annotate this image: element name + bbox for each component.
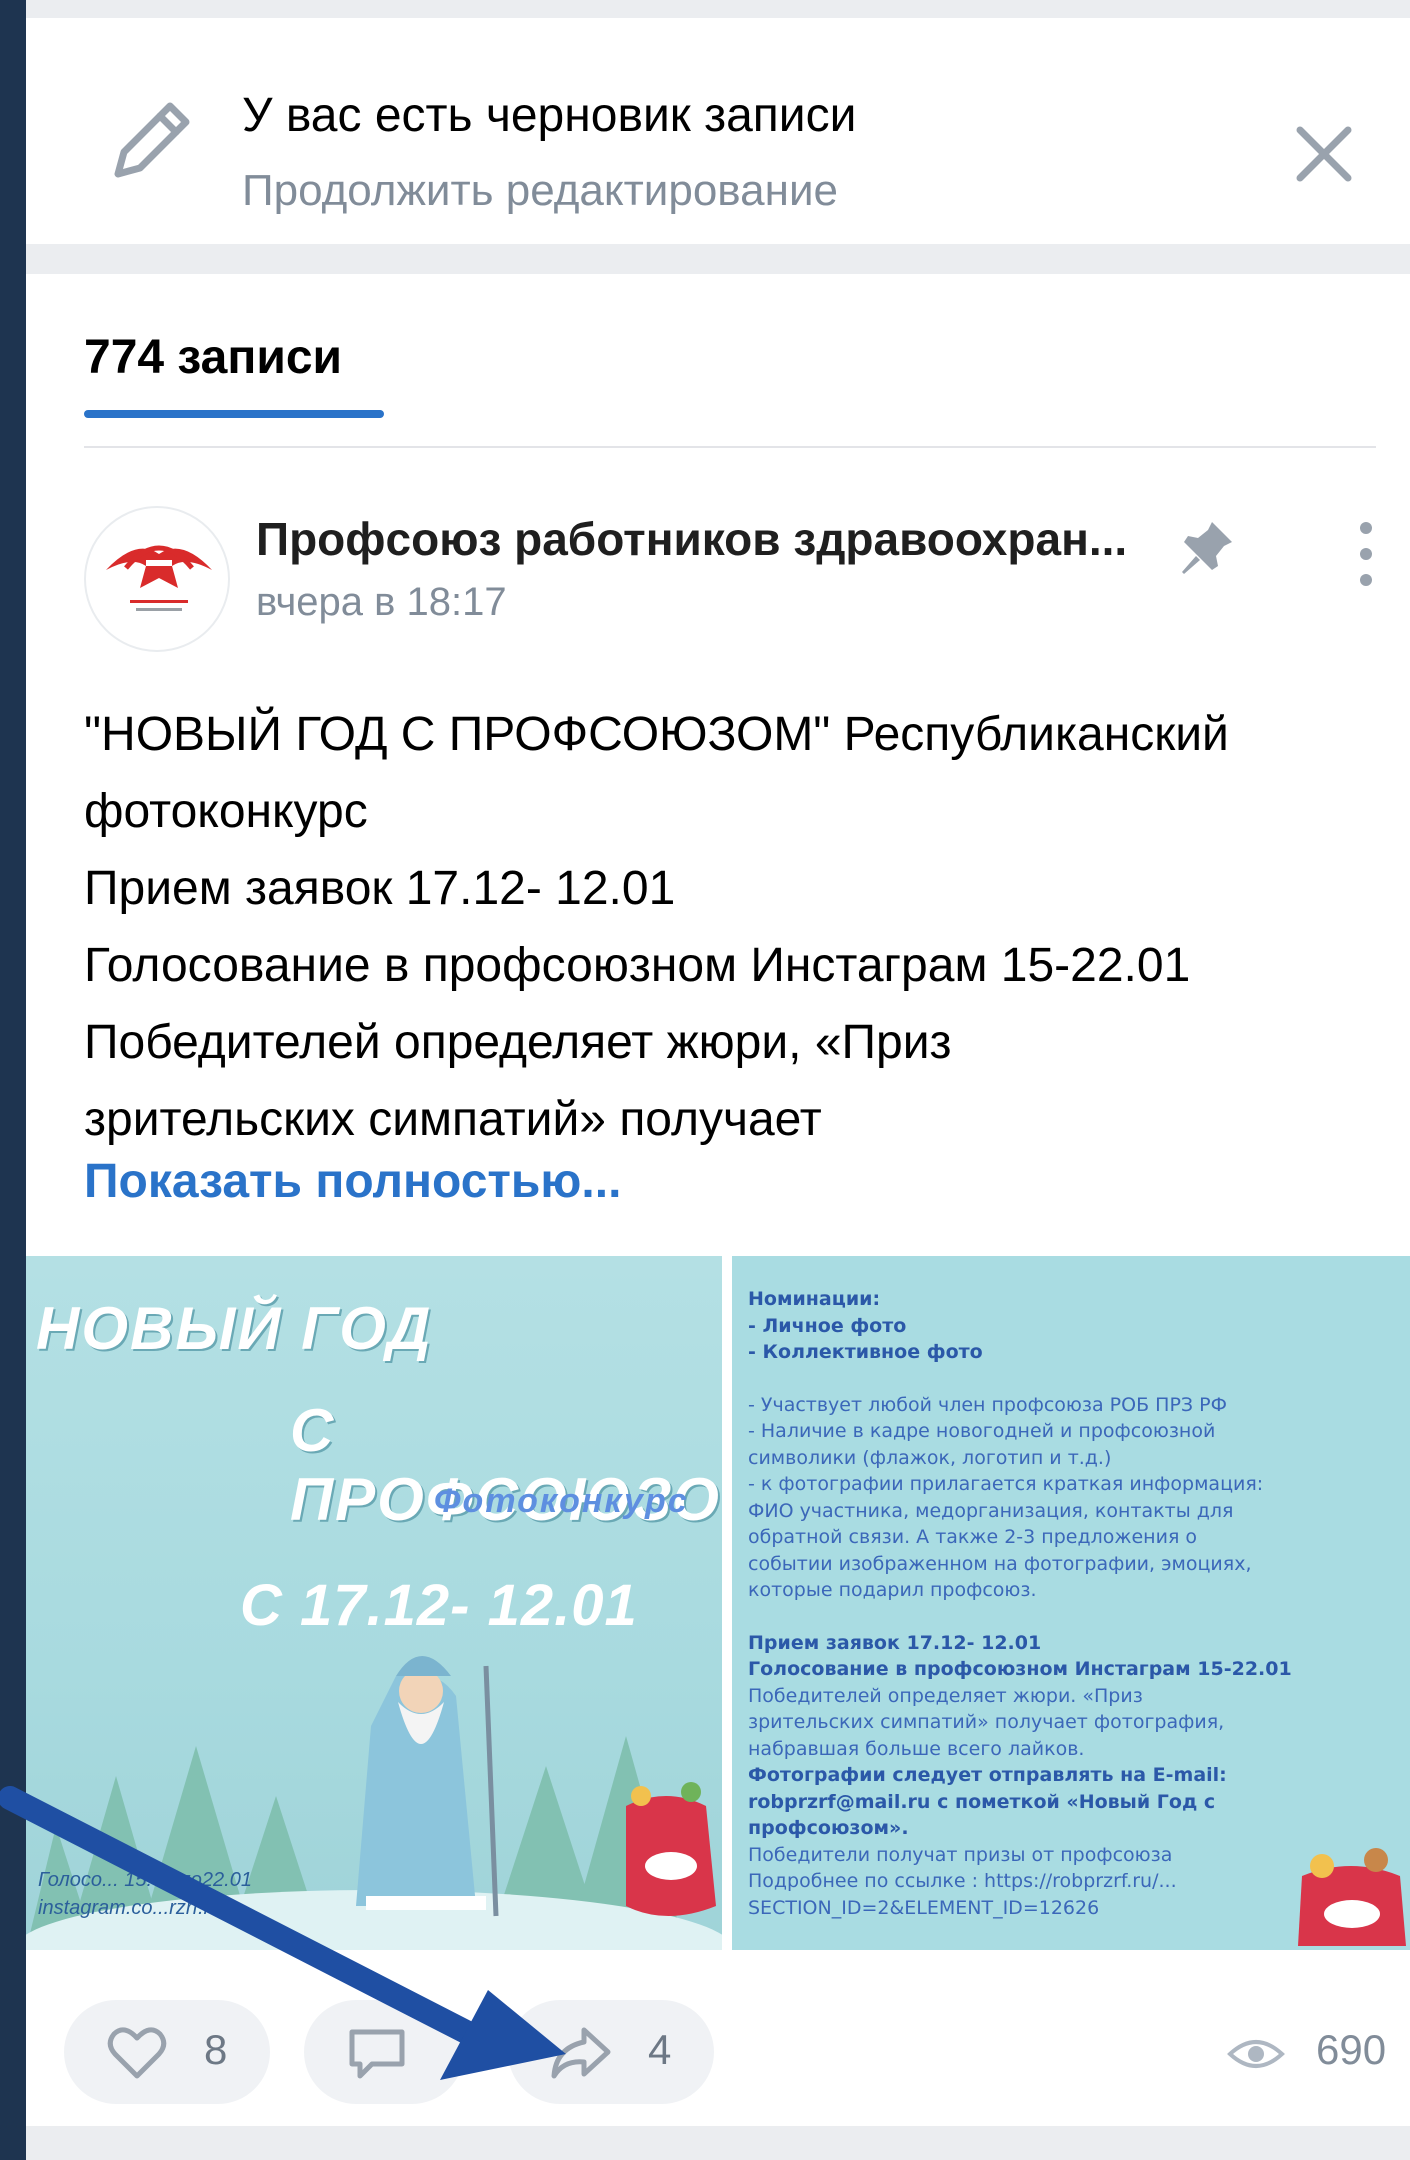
rules-line: - Участвует любой член профсоюза РОБ ПРЗ… (748, 1393, 1227, 1416)
rules-line: ФИО участника, медорганизация, контакты … (748, 1499, 1234, 1522)
comment-button[interactable] (304, 2000, 464, 2104)
close-icon[interactable] (1286, 116, 1362, 192)
wall-card: 774 записи Профсоюз работников здравоохр… (26, 274, 1410, 2126)
more-vertical-icon[interactable] (1346, 514, 1386, 594)
post-author[interactable]: Профсоюз работников здравоохран... (256, 512, 1127, 566)
post-text-line: Голосование в профсоюзном Инстаграм 15-2… (84, 939, 1191, 992)
share-button[interactable]: 4 (508, 2000, 714, 2104)
show-more-link[interactable]: Показать полностью... (84, 1154, 621, 1209)
avatar[interactable] (84, 506, 230, 652)
post-time[interactable]: вчера в 18:17 (256, 580, 507, 625)
rules-line: - Наличие в кадре новогодней и профсоюзн… (748, 1420, 1216, 1442)
post-actions: 8 4 690 (26, 1950, 1410, 2126)
post-text-line: фотоконкурс (84, 785, 368, 838)
heart-icon (107, 2027, 167, 2079)
gift-bag-icon (1298, 1848, 1406, 1946)
rules-line (748, 1366, 1408, 1392)
vk-app: У вас есть черновик записи Продолжить ре… (26, 0, 1410, 2160)
views-count: 690 (1316, 2026, 1387, 2073)
rules-line: Прием заявок 17.12- 12.01 (748, 1631, 1042, 1654)
rules-line: набравшая больше всего лайков. (748, 1737, 1085, 1760)
rules-line: - Коллективное фото (748, 1341, 983, 1363)
draft-title: У вас есть черновик записи (242, 89, 857, 142)
rules-text: Номинации: - Личное фото - Коллективное … (748, 1286, 1408, 1921)
post-text-line: зрительских симпатий» получает (84, 1093, 822, 1146)
rules-line: - Личное фото (748, 1314, 907, 1337)
post-text-line: Победителей определяет жюри, «Приз (84, 1016, 952, 1069)
pencil-icon (114, 102, 190, 178)
rules-line: Фотографии следует отправлять на E-mail: (748, 1764, 1227, 1786)
share-count: 4 (648, 2026, 672, 2073)
eye-icon (1227, 2040, 1285, 2068)
pin-icon (1182, 522, 1232, 574)
rules-line: robprzrf@mail.ru с пометкой «Новый Год с (748, 1790, 1216, 1813)
rules-line: событии изображенном на фотографии, эмоц… (748, 1552, 1252, 1575)
rules-line: Номинации: (748, 1288, 881, 1310)
rules-line: которые подарил профсоюз. (748, 1579, 1037, 1601)
rules-line: - к фотографии прилагается краткая инфор… (748, 1473, 1264, 1495)
poster-dates: С 17.12- 12.01 (240, 1573, 638, 1638)
like-count: 8 (204, 2026, 228, 2073)
poster-footer-line: instagram.co...rzrf.ru (38, 1897, 222, 1919)
tab-active-indicator (84, 410, 384, 418)
post-image-poster[interactable]: НОВЫЙ ГОД С ПРОФСОЮЗОМ! Фотоконкурс С 17… (26, 1256, 722, 1950)
poster-footer: Голосо... 15.01 по22.01 instagram.co...r… (38, 1866, 252, 1922)
post-text: "НОВЫЙ ГОД С ПРОФСОЮЗОМ" Республиканский… (84, 696, 1384, 1158)
post-image-rules[interactable]: Номинации: - Личное фото - Коллективное … (732, 1256, 1410, 1950)
share-icon (551, 2027, 611, 2079)
rules-line: Голосование в профсоюзном Инстаграм 15-2… (748, 1658, 1292, 1680)
rules-line: обратной связи. А также 2-3 предложения … (748, 1526, 1198, 1548)
post-text-line: "НОВЫЙ ГОД С ПРОФСОЮЗОМ" Республиканский (84, 708, 1229, 761)
post-text-line: Прием заявок 17.12- 12.01 (84, 862, 676, 915)
divider (84, 446, 1376, 448)
like-button[interactable]: 8 (64, 2000, 270, 2104)
rules-line: символики (флажок, логотип и т.д.) (748, 1446, 1112, 1469)
rules-line (748, 1604, 1408, 1630)
poster-title-line1: НОВЫЙ ГОД (36, 1295, 433, 1362)
tab-posts[interactable]: 774 записи (84, 330, 342, 385)
poster-footer-line: Голосо... 15.01 по22.01 (38, 1869, 252, 1891)
union-logo-icon (106, 545, 212, 611)
poster-subtitle: Фотоконкурс (434, 1482, 689, 1520)
draft-continue-link[interactable]: Продолжить редактирование (242, 166, 838, 216)
rules-line: Победителей определяет жюри. «Приз (748, 1684, 1143, 1707)
draft-card[interactable]: У вас есть черновик записи Продолжить ре… (26, 18, 1410, 244)
rules-line: зрительских симпатий» получает фотографи… (748, 1711, 1225, 1733)
comment-icon (349, 2029, 405, 2079)
